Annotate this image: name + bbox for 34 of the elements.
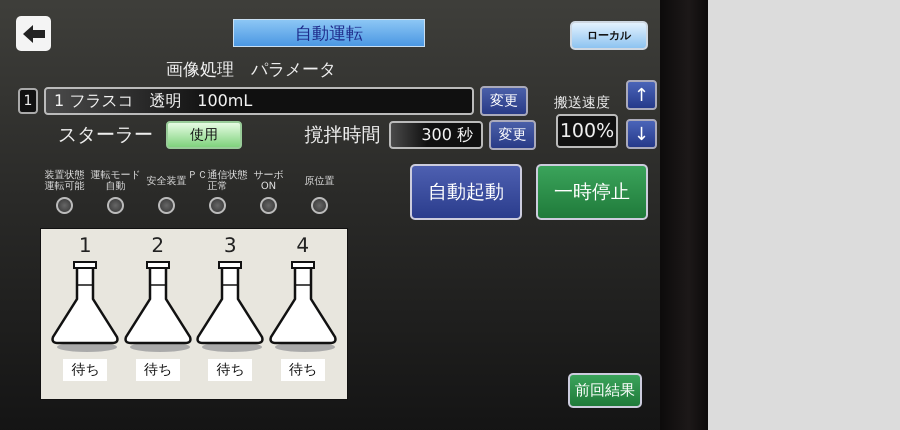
stir-time-label: 撹拌時間 <box>304 123 382 148</box>
flask-number: 3 <box>224 233 237 257</box>
stirrer-label: スターラー <box>58 123 154 148</box>
flask-status: 待ち <box>280 359 325 381</box>
screen-title: 自動運転 <box>233 19 425 47</box>
auto-start-button[interactable]: 自動起動 <box>410 164 522 220</box>
flask-status: 待ち <box>208 359 252 381</box>
back-button[interactable] <box>16 16 51 51</box>
local-button[interactable]: ローカル <box>570 21 648 50</box>
change-button[interactable]: 変更 <box>480 86 528 116</box>
flask-status: 待ち <box>63 359 108 381</box>
recipe-number: 1 <box>18 88 38 114</box>
use-button[interactable]: 使用 <box>166 121 242 149</box>
flask-number: 4 <box>296 233 310 257</box>
speed-value: 100% <box>556 114 618 148</box>
indicator-label: ＰＣ通信状態 正常 <box>188 170 248 192</box>
indicator-label: 運転モード 自動 <box>90 170 140 192</box>
flask-status: 待ち <box>136 359 180 381</box>
speed-label: 搬送速度 <box>554 94 611 112</box>
flask-number: 1 <box>78 233 92 257</box>
indicator-label: 装置状態 運転可能 <box>44 170 84 192</box>
speed-up-button[interactable]: ↑ <box>626 80 657 110</box>
flask-number: 2 <box>151 233 164 257</box>
speed-down-button[interactable]: ↓ <box>626 119 657 149</box>
section-title: 画像処理 パラメータ <box>166 59 337 82</box>
stir-time-field: 300 秒 <box>388 121 483 149</box>
change-button[interactable]: 変更 <box>488 120 536 150</box>
indicator-label: 原位置 <box>304 174 334 188</box>
indicator-label: 安全装置 <box>146 174 186 188</box>
recipe-field: 1 フラスコ 透明 100mL <box>44 87 474 115</box>
pause-button[interactable]: 一時停止 <box>536 164 648 220</box>
arrow-left-icon <box>22 24 44 42</box>
indicator-label: サーボ ON <box>254 170 284 192</box>
previous-result-button[interactable]: 前回結果 <box>568 373 642 408</box>
